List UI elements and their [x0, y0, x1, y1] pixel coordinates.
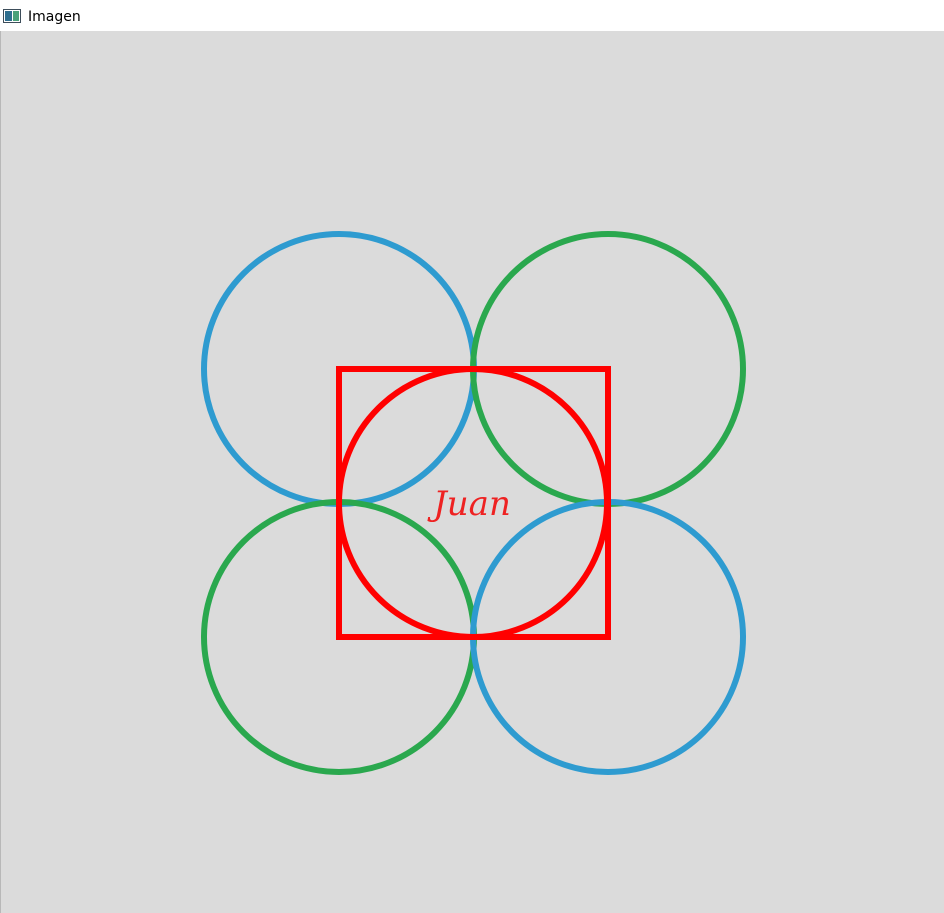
window-title: Imagen: [28, 9, 81, 25]
title-bar[interactable]: Imagen: [0, 0, 944, 31]
image-canvas: Juan: [0, 31, 944, 913]
opencv-window-icon: [3, 9, 21, 23]
drawing-surface: Juan: [201, 231, 746, 775]
app-window: Imagen Juan: [0, 0, 944, 913]
canvas-label-text: Juan: [427, 484, 511, 524]
